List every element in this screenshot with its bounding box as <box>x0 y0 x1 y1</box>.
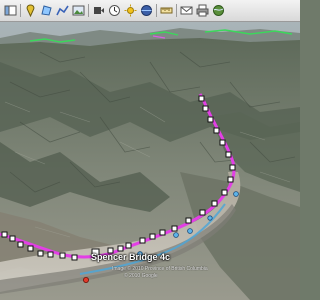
toolbar-separator <box>20 4 21 17</box>
print-icon[interactable] <box>195 3 210 18</box>
sunlight-icon[interactable] <box>123 3 138 18</box>
ruler-icon[interactable] <box>159 3 174 18</box>
toolbar-separator <box>88 4 89 17</box>
3d-map-viewport[interactable]: Spencer Bridge 4c Image © 2010 Province … <box>0 22 300 300</box>
add-polygon-icon[interactable] <box>39 3 54 18</box>
toolbar-separator <box>156 4 157 17</box>
place-label[interactable]: Spencer Bridge 4c <box>91 252 170 262</box>
record-tour-icon[interactable] <box>91 3 106 18</box>
hide-sidebar-icon[interactable] <box>3 3 18 18</box>
toolbar-separator <box>176 4 177 17</box>
add-image-overlay-icon[interactable] <box>71 3 86 18</box>
google-earth-window: Spencer Bridge 4c Image © 2010 Province … <box>0 0 300 300</box>
place-pin-icon[interactable] <box>83 276 90 283</box>
toolbar <box>0 0 300 22</box>
email-icon[interactable] <box>179 3 194 18</box>
google-credit: © 2010 Google <box>124 273 158 279</box>
view-in-maps-icon[interactable] <box>211 3 226 18</box>
add-placemark-icon[interactable] <box>23 3 38 18</box>
add-path-icon[interactable] <box>55 3 70 18</box>
historical-imagery-icon[interactable] <box>107 3 122 18</box>
switch-to-sky-icon[interactable] <box>139 3 154 18</box>
imagery-credit: Image © 2010 Province of British Columbi… <box>112 266 208 272</box>
